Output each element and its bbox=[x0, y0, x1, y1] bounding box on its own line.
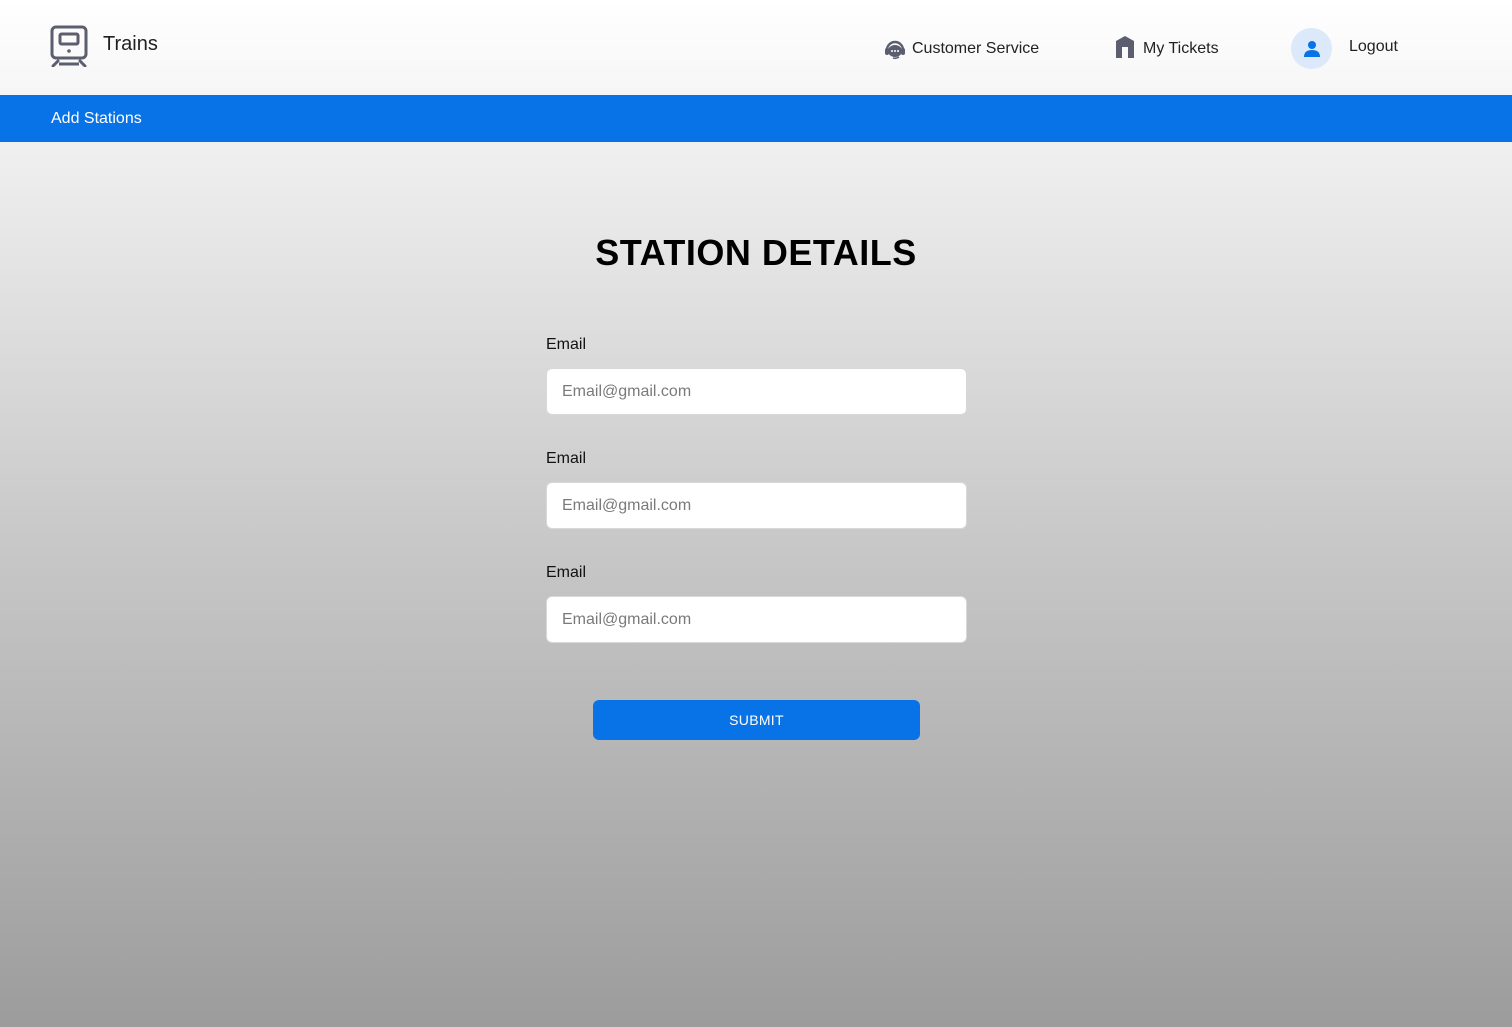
user-icon bbox=[1303, 40, 1320, 57]
nav-my-tickets-label: My Tickets bbox=[1143, 40, 1219, 57]
email-field-3[interactable] bbox=[546, 596, 967, 643]
brand[interactable]: Trains bbox=[50, 24, 158, 68]
nav-customer-service-label: Customer Service bbox=[912, 40, 1040, 57]
email-field-1[interactable] bbox=[546, 368, 967, 415]
main-content: STATION DETAILS Email Email Email SUBMIT bbox=[0, 142, 1512, 1027]
nav-customer-service[interactable]: Customer Service bbox=[884, 34, 1039, 64]
top-navbar: Trains Customer Service My Tickets Logou… bbox=[0, 0, 1512, 95]
email-label-2: Email bbox=[546, 450, 587, 467]
nav-my-tickets[interactable]: My Tickets bbox=[1115, 34, 1219, 64]
ticket-icon bbox=[1116, 36, 1134, 58]
page-title: STATION DETAILS bbox=[595, 232, 917, 273]
submit-button[interactable]: SUBMIT bbox=[593, 700, 920, 740]
sub-navbar: Add Stations bbox=[0, 95, 1512, 142]
add-stations-link[interactable]: Add Stations bbox=[51, 110, 142, 128]
brand-title: Trains bbox=[103, 32, 158, 55]
avatar[interactable] bbox=[1291, 28, 1332, 69]
email-label-1: Email bbox=[546, 336, 587, 353]
logout-link[interactable]: Logout bbox=[1349, 38, 1398, 56]
email-label-3: Email bbox=[546, 564, 587, 581]
headset-icon bbox=[885, 40, 905, 60]
email-field-2[interactable] bbox=[546, 482, 967, 529]
train-icon bbox=[50, 25, 88, 67]
